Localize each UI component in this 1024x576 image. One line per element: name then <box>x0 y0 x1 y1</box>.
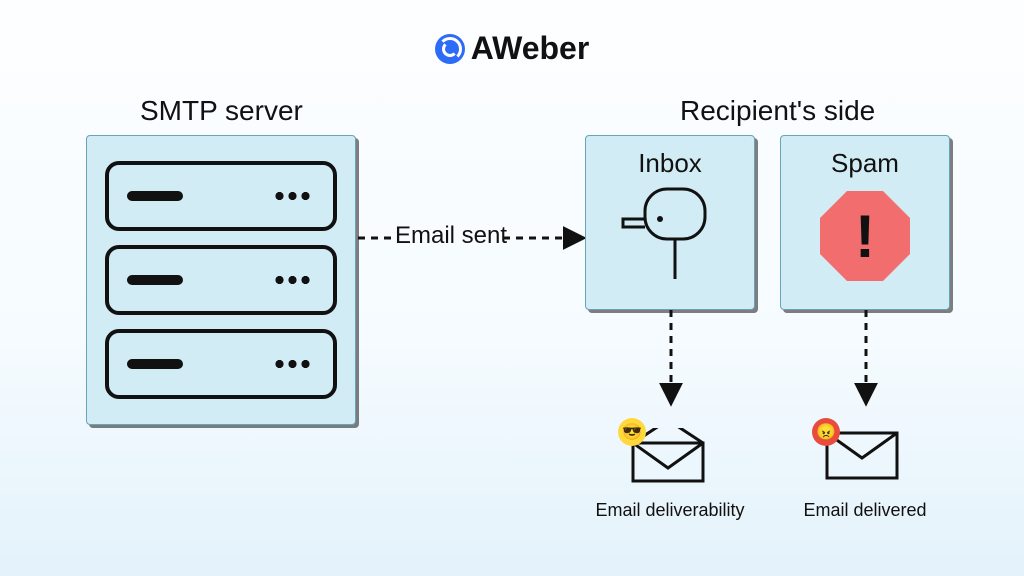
inbox-card: Inbox <box>585 135 755 310</box>
smtp-server-card <box>86 135 356 425</box>
angry-emoji-icon: 😠 <box>812 418 840 446</box>
spam-to-result-arrow <box>860 310 872 410</box>
aweber-logo-mark <box>435 34 465 64</box>
smtp-server-title: SMTP server <box>140 95 303 127</box>
aweber-logo: AWeber <box>0 30 1024 67</box>
aweber-logo-text: AWeber <box>471 30 590 67</box>
spam-title: Spam <box>781 148 949 179</box>
server-rack-icon <box>105 161 337 231</box>
email-sent-label: Email sent <box>395 222 507 250</box>
server-rack-icon <box>105 329 337 399</box>
recipient-side-title: Recipient's side <box>680 95 875 127</box>
delivered-envelope-icon: 😠 <box>822 428 902 483</box>
deliverability-envelope-icon: 😎 <box>628 428 708 483</box>
inbox-title: Inbox <box>586 148 754 179</box>
spam-card: Spam ! <box>780 135 950 310</box>
mailbox-icon <box>615 179 725 279</box>
inbox-to-result-arrow <box>665 310 677 410</box>
spam-stop-icon: ! <box>820 191 910 281</box>
server-rack-icon <box>105 245 337 315</box>
spam-caption: Email delivered <box>780 500 950 521</box>
cool-emoji-icon: 😎 <box>618 418 646 446</box>
inbox-caption: Email deliverability <box>585 500 755 521</box>
